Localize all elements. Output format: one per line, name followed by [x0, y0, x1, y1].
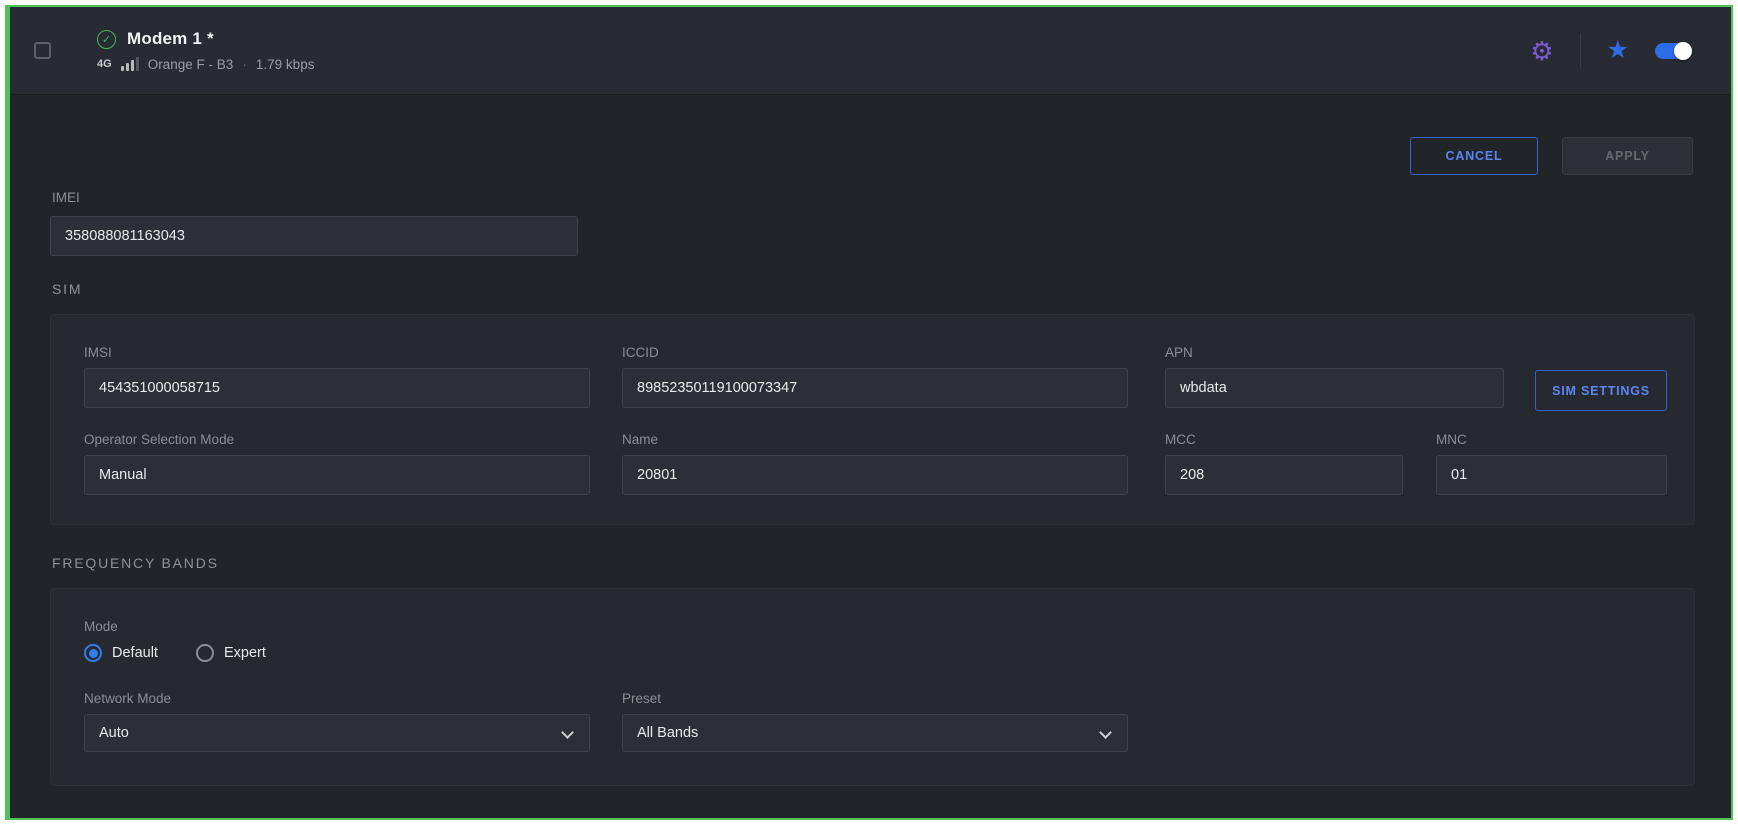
form-actions: CANCEL APPLY [1410, 137, 1693, 175]
sim-section-label: SIM [52, 281, 82, 297]
radio-selected-icon [84, 644, 102, 662]
network-type-label: 4G [97, 58, 112, 70]
operator-selection-mode-label: Operator Selection Mode [84, 432, 590, 447]
imsi-label: IMSI [84, 345, 590, 360]
mcc-label: MCC [1165, 432, 1403, 447]
modem-settings-form: CANCEL APPLY IMEI SIM IMSI ICCID APN SIM… [10, 95, 1731, 820]
preset-value: All Bands [637, 725, 698, 741]
favorite-star-icon[interactable]: ★ [1607, 38, 1629, 63]
name-input[interactable] [622, 455, 1128, 495]
sim-card: IMSI ICCID APN SIM SETTINGS Operator Sel… [50, 314, 1695, 525]
settings-gear-icon[interactable]: ⚙ [1530, 38, 1553, 64]
select-modem-checkbox[interactable] [34, 42, 51, 59]
toggle-knob [1674, 42, 1692, 60]
chevron-down-icon [1099, 726, 1112, 739]
header-controls: ⚙ ★ [1530, 34, 1691, 68]
operator-name-label: Orange F - B3 [148, 57, 234, 72]
data-speed-label: 1.79 kbps [256, 57, 315, 72]
preset-label: Preset [622, 691, 1128, 706]
signal-strength-icon [121, 57, 139, 71]
preset-select[interactable]: All Bands [622, 714, 1128, 752]
mode-radio-group: Default Expert [84, 644, 266, 662]
frequency-bands-section-label: FREQUENCY BANDS [52, 555, 219, 571]
radio-expert-label: Expert [224, 645, 266, 661]
status-ok-icon: ✓ [97, 30, 116, 49]
mnc-input[interactable] [1436, 455, 1667, 495]
check-glyph: ✓ [102, 33, 111, 46]
network-mode-label: Network Mode [84, 691, 590, 706]
apn-label: APN [1165, 345, 1504, 360]
imsi-input[interactable] [84, 368, 590, 408]
sim-settings-button[interactable]: SIM SETTINGS [1535, 370, 1667, 411]
mode-radio-default[interactable]: Default [84, 644, 158, 662]
operator-selection-mode-input[interactable] [84, 455, 590, 495]
vertical-divider [1580, 34, 1581, 68]
iccid-input[interactable] [622, 368, 1128, 408]
mcc-input[interactable] [1165, 455, 1403, 495]
imei-label: IMEI [52, 190, 80, 205]
separator-dot: · [242, 56, 247, 72]
network-mode-value: Auto [99, 725, 129, 741]
apn-input[interactable] [1165, 368, 1504, 408]
modem-title: Modem 1 * [127, 29, 214, 49]
imei-input[interactable] [50, 216, 578, 256]
network-mode-select[interactable]: Auto [84, 714, 590, 752]
modem-panel: ✓ Modem 1 * 4G Orange F - B3 · 1.79 kbps… [5, 5, 1733, 820]
modem-header: ✓ Modem 1 * 4G Orange F - B3 · 1.79 kbps… [10, 7, 1731, 95]
radio-default-label: Default [112, 645, 158, 661]
name-label: Name [622, 432, 1128, 447]
iccid-label: ICCID [622, 345, 1128, 360]
chevron-down-icon [561, 726, 574, 739]
modem-enabled-toggle[interactable] [1655, 43, 1691, 59]
cancel-button[interactable]: CANCEL [1410, 137, 1538, 175]
mode-radio-expert[interactable]: Expert [196, 644, 266, 662]
apply-button[interactable]: APPLY [1562, 137, 1693, 175]
mode-label: Mode [84, 619, 118, 634]
modem-title-block: ✓ Modem 1 * 4G Orange F - B3 · 1.79 kbps [97, 29, 314, 72]
frequency-bands-card: Mode Default Expert Network Mode Auto [50, 588, 1695, 786]
mnc-label: MNC [1436, 432, 1667, 447]
radio-unselected-icon [196, 644, 214, 662]
